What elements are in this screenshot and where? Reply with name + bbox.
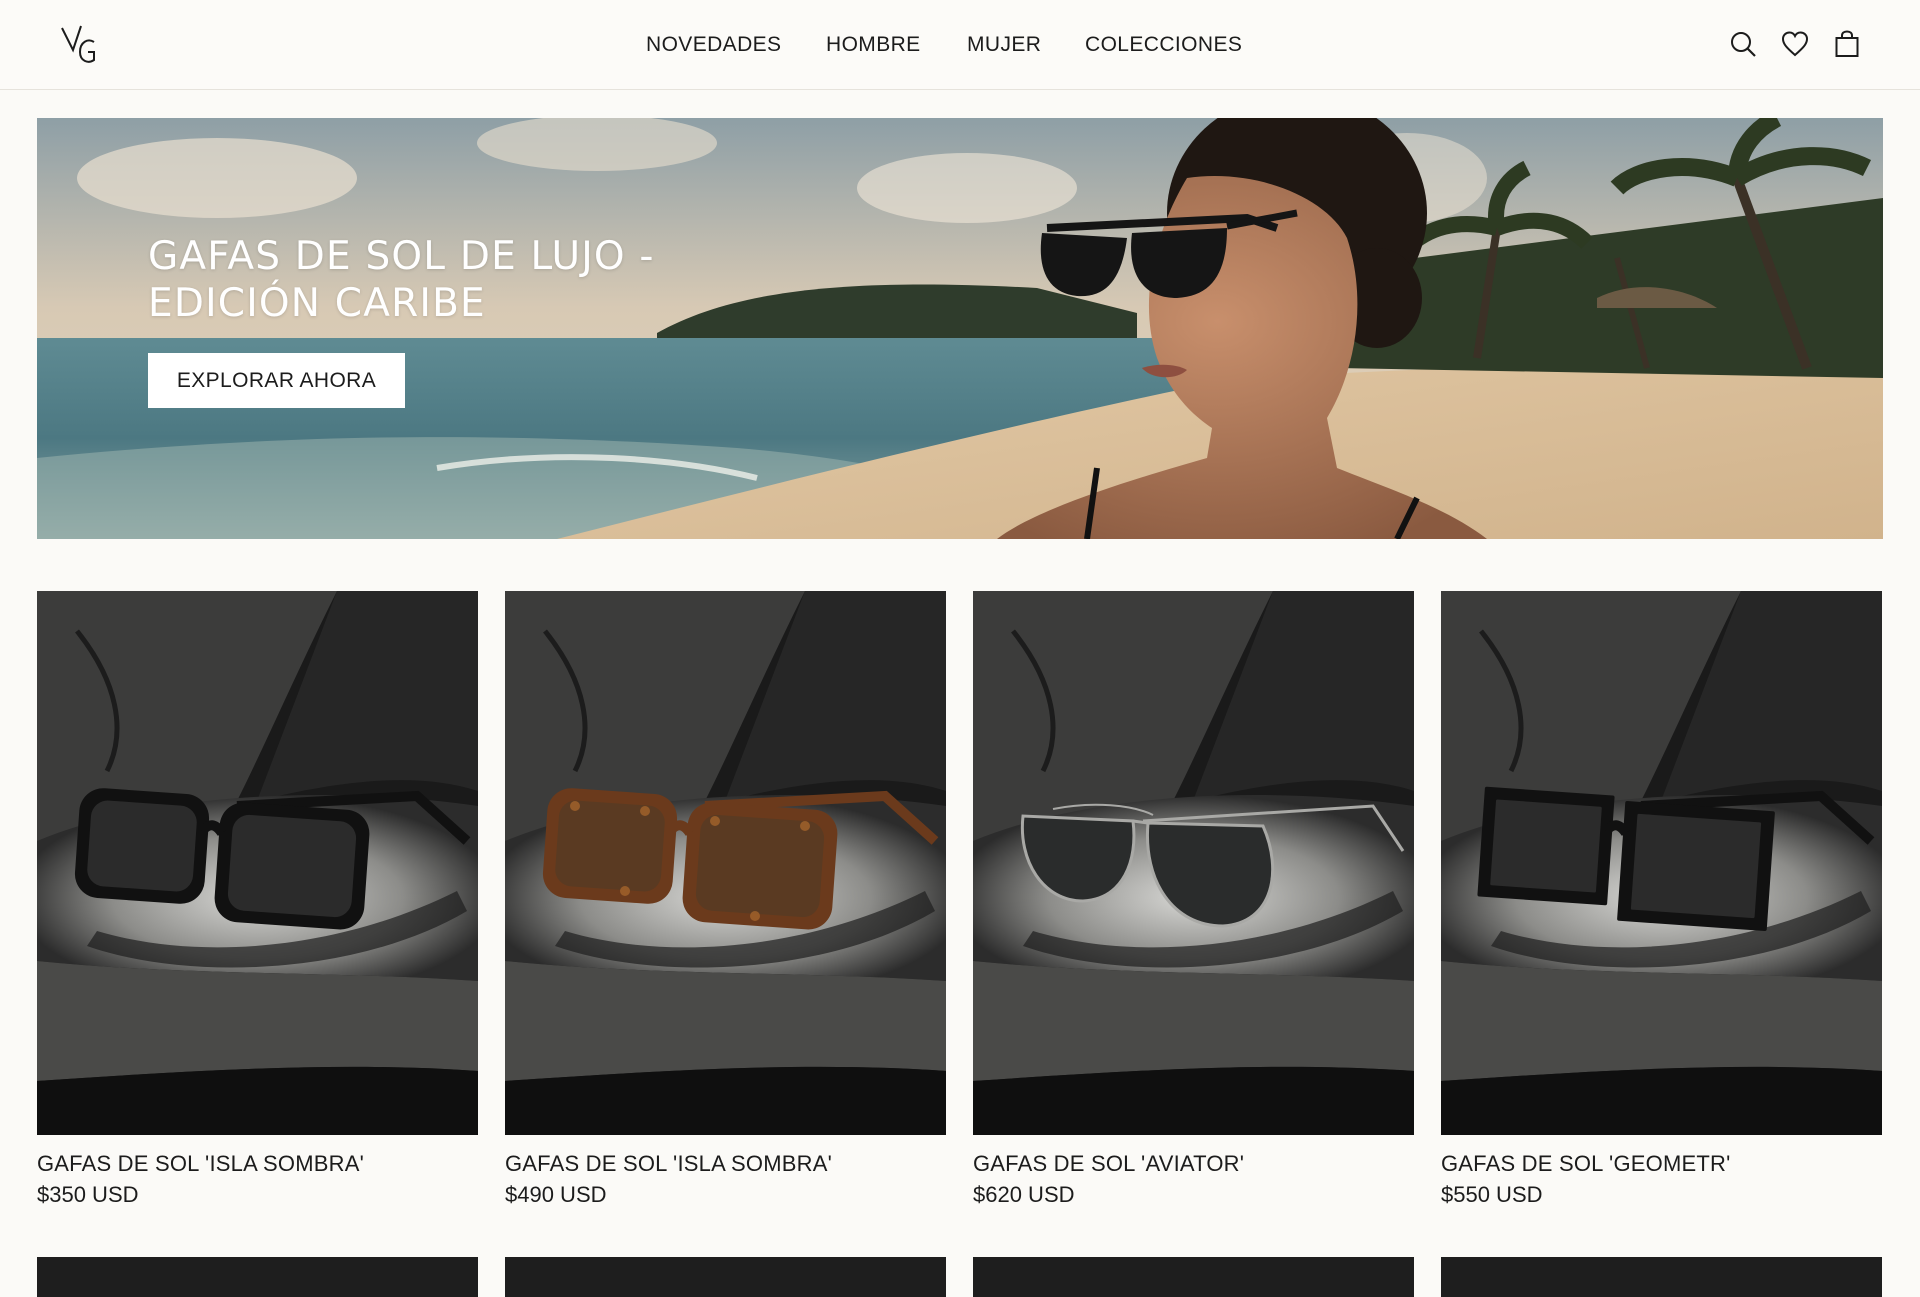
product-price: $620 USD [973, 1182, 1075, 1207]
hero-banner: GAFAS DE SOL DE LUJO - EDICIÓN CARIBE EX… [37, 118, 1883, 539]
sunglasses-aviator-image [973, 591, 1414, 1135]
search-icon [1731, 32, 1756, 57]
sunglasses-tortoise-image [505, 591, 946, 1135]
hero-title: GAFAS DE SOL DE LUJO - EDICIÓN CARIBE [148, 234, 655, 326]
product-card-next-row[interactable] [1441, 1257, 1882, 1297]
product-price: $550 USD [1441, 1182, 1543, 1207]
sunglasses-geometric-image [1441, 591, 1882, 1135]
bag-icon [1835, 30, 1859, 57]
nav-item-novedades[interactable]: NOVEDADES [646, 33, 781, 57]
product-image[interactable] [37, 591, 478, 1135]
product-price: $350 USD [37, 1182, 139, 1207]
product-image[interactable] [1441, 591, 1882, 1135]
product-name[interactable]: GAFAS DE SOL 'AVIATOR' [973, 1151, 1414, 1177]
main-nav: NOVEDADES HOMBRE MUJER COLECCIONES [0, 0, 1920, 90]
search-button[interactable] [1728, 29, 1758, 59]
hero-image [37, 118, 1883, 539]
cart-button[interactable] [1832, 29, 1862, 59]
site-header: NOVEDADES HOMBRE MUJER COLECCIONES [0, 0, 1920, 90]
product-name[interactable]: GAFAS DE SOL 'GEOMETR' [1441, 1151, 1882, 1177]
heart-icon [1781, 31, 1809, 57]
product-card-next-row[interactable] [505, 1257, 946, 1297]
nav-item-mujer[interactable]: MUJER [967, 33, 1041, 57]
product-image[interactable] [973, 591, 1414, 1135]
explore-now-button[interactable]: EXPLORAR AHORA [148, 353, 405, 408]
product-card-next-row[interactable] [37, 1257, 478, 1297]
nav-item-hombre[interactable]: HOMBRE [826, 33, 921, 57]
product-price: $490 USD [505, 1182, 607, 1207]
product-name[interactable]: GAFAS DE SOL 'ISLA SOMBRA' [37, 1151, 478, 1177]
sunglasses-black-image [37, 591, 478, 1135]
nav-item-colecciones[interactable]: COLECCIONES [1085, 33, 1242, 57]
product-name[interactable]: GAFAS DE SOL 'ISLA SOMBRA' [505, 1151, 946, 1177]
product-image[interactable] [505, 591, 946, 1135]
wishlist-button[interactable] [1780, 29, 1810, 59]
product-card-next-row[interactable] [973, 1257, 1414, 1297]
